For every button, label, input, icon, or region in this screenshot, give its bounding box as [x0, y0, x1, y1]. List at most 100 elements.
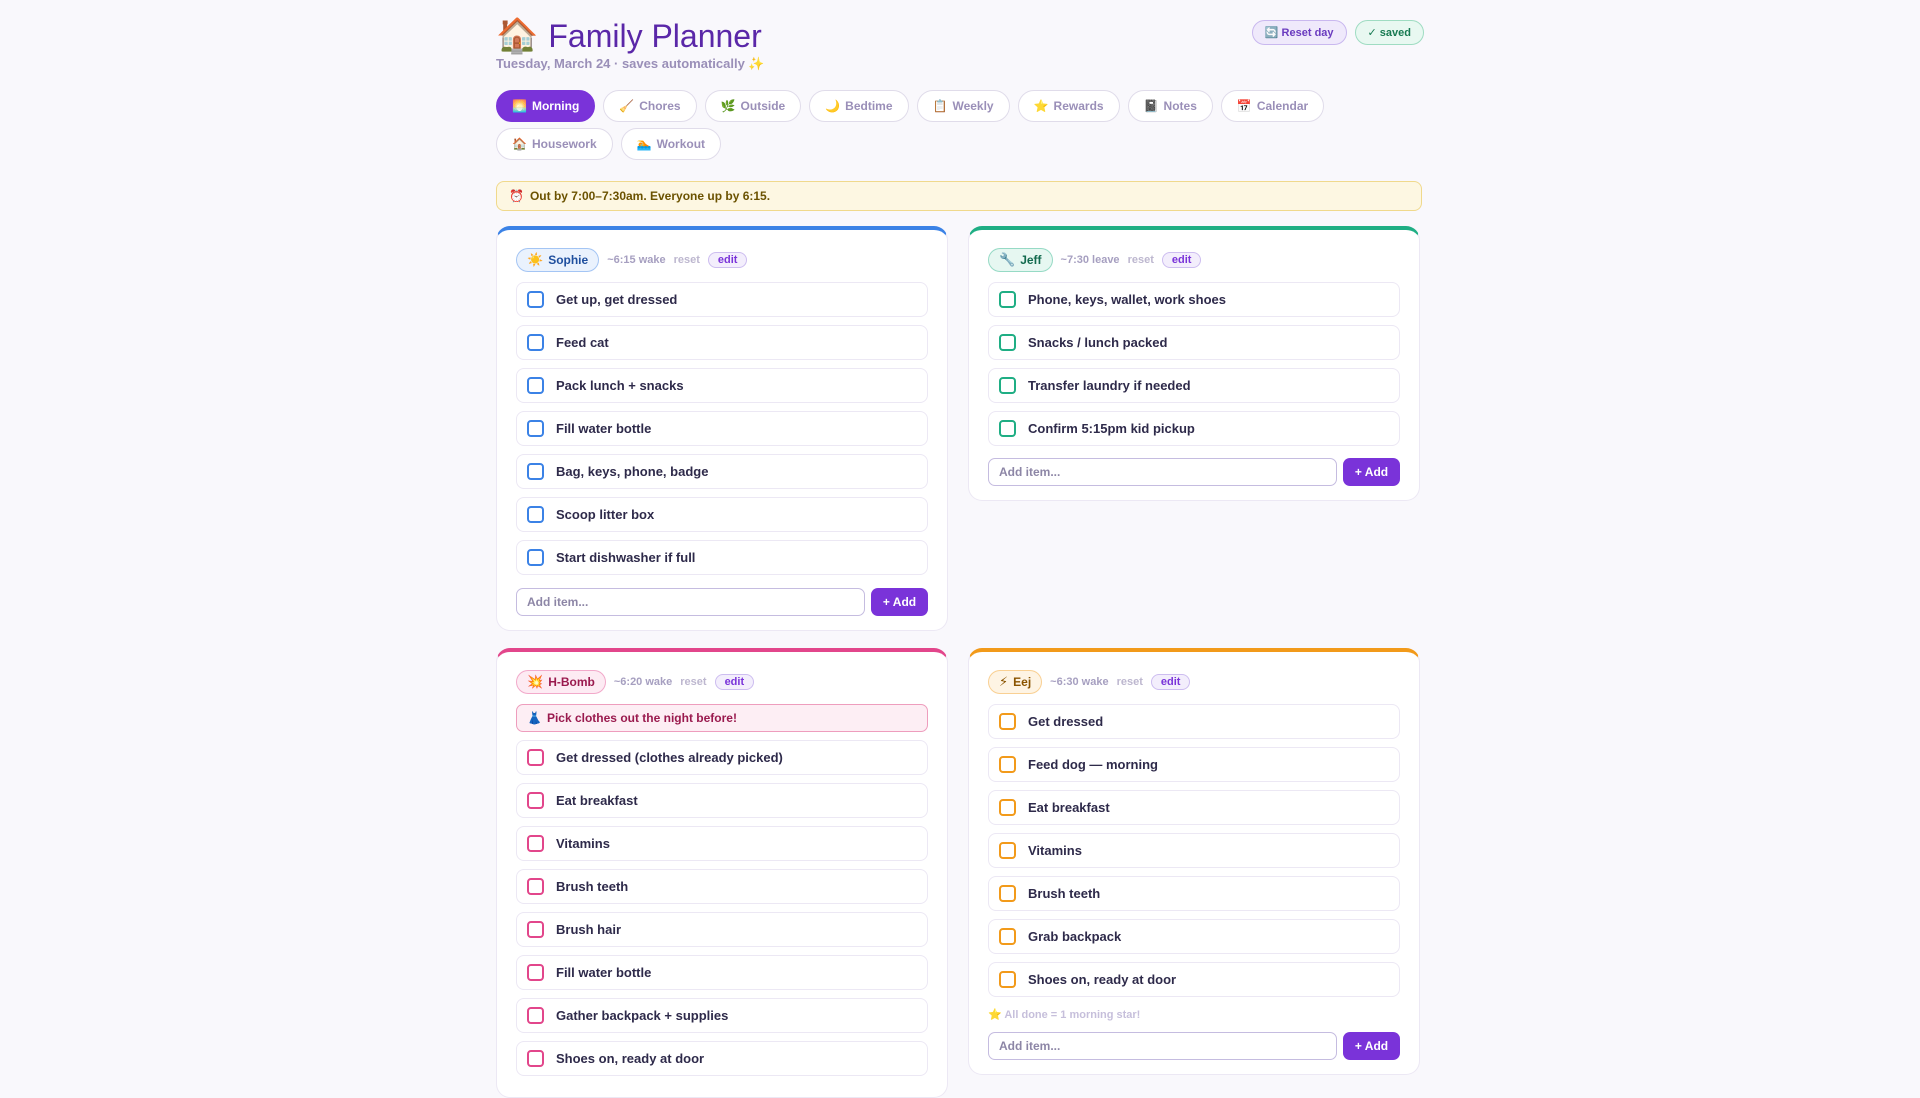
- tab-label: Housework: [531, 137, 597, 151]
- reset-link[interactable]: reset: [1117, 676, 1143, 688]
- reset-link[interactable]: reset: [680, 676, 706, 688]
- tab-bar: 🌅 Morning 🧹 Chores 🌿 Outside 🌙 Bedtime 📋 Weekly ⭐ R…: [496, 90, 1426, 160]
- tab-notes[interactable]: 📓 Notes: [1127, 90, 1213, 122]
- tab-label: Notes: [1163, 99, 1197, 113]
- checklist-item[interactable]: Feed cat: [516, 325, 928, 360]
- checkbox[interactable]: [999, 971, 1016, 988]
- checkbox[interactable]: [527, 334, 544, 351]
- checkbox[interactable]: [527, 549, 544, 566]
- checklist-item[interactable]: Get dressed (clothes already picked): [516, 740, 928, 775]
- checklist-item[interactable]: Eat breakfast: [516, 783, 928, 818]
- add-item-input[interactable]: [516, 588, 865, 616]
- checkbox[interactable]: [527, 921, 544, 938]
- checkbox[interactable]: [527, 964, 544, 981]
- checklist-item[interactable]: Start dishwasher if full: [516, 540, 928, 575]
- checkbox[interactable]: [999, 713, 1016, 730]
- checklist-item[interactable]: Gather backpack + supplies: [516, 998, 928, 1033]
- checklist: Get up, get dressed Feed cat Pack lunch + …: [516, 282, 928, 583]
- checklist-item[interactable]: Shoes on, ready at door: [516, 1041, 928, 1076]
- checklist-item[interactable]: Fill water bottle: [516, 411, 928, 446]
- card-header: 🔧 Jeff ~7:30 leave reset edit: [988, 248, 1202, 272]
- tab-morning[interactable]: 🌅 Morning: [496, 90, 596, 122]
- checklist-item[interactable]: Scoop litter box: [516, 497, 928, 532]
- checkbox[interactable]: [999, 377, 1016, 394]
- checkbox[interactable]: [999, 420, 1016, 437]
- dress-icon: 👗: [527, 711, 542, 725]
- eej-card: ⚡ Eej ~6:30 wake reset edit Get dressed F…: [968, 648, 1420, 1075]
- checklist-item[interactable]: Vitamins: [516, 826, 928, 861]
- checklist: Phone, keys, wallet, work shoes Snacks / …: [988, 282, 1400, 454]
- checklist-item[interactable]: Feed dog — morning: [988, 747, 1400, 782]
- checkbox[interactable]: [527, 506, 544, 523]
- checkbox[interactable]: [999, 842, 1016, 859]
- checklist: 👗 Pick clothes out the night before! Get…: [516, 704, 928, 1084]
- checkbox[interactable]: [527, 878, 544, 895]
- tab-bedtime[interactable]: 🌙 Bedtime: [809, 90, 909, 122]
- checklist-item[interactable]: Brush teeth: [988, 876, 1400, 911]
- tab-weekly[interactable]: 📋 Weekly: [916, 90, 1010, 122]
- reset-day-button[interactable]: 🔄 Reset day: [1251, 20, 1347, 45]
- checkbox[interactable]: [527, 749, 544, 766]
- checkbox[interactable]: [527, 1050, 544, 1067]
- checklist: Get dressed Feed dog — morning Eat breakfa…: [988, 704, 1400, 1005]
- add-item-button[interactable]: + Add: [1343, 458, 1400, 486]
- edit-button[interactable]: edit: [714, 674, 755, 690]
- edit-button[interactable]: edit: [1161, 252, 1202, 268]
- checklist-item[interactable]: Vitamins: [988, 833, 1400, 868]
- checkbox[interactable]: [527, 792, 544, 809]
- add-item-input[interactable]: [988, 1032, 1337, 1060]
- tab-workout[interactable]: 🏊 Workout: [620, 128, 722, 160]
- checklist-item[interactable]: Confirm 5:15pm kid pickup: [988, 411, 1400, 446]
- edit-button[interactable]: edit: [1150, 674, 1191, 690]
- checklist-item[interactable]: Fill water bottle: [516, 955, 928, 990]
- add-item-button[interactable]: + Add: [1343, 1032, 1400, 1060]
- checkbox[interactable]: [527, 1007, 544, 1024]
- checklist-item[interactable]: Brush hair: [516, 912, 928, 947]
- checkbox[interactable]: [527, 835, 544, 852]
- checklist-item[interactable]: Pack lunch + snacks: [516, 368, 928, 403]
- add-item-input[interactable]: [988, 458, 1337, 486]
- checklist-item[interactable]: Brush teeth: [516, 869, 928, 904]
- tab-outside[interactable]: 🌿 Outside: [704, 90, 802, 122]
- checklist-item-label: Grab backpack: [1028, 929, 1122, 944]
- edit-button[interactable]: edit: [707, 252, 748, 268]
- tab-chores[interactable]: 🧹 Chores: [603, 90, 697, 122]
- name-chip-sophie: ☀️ Sophie: [516, 248, 600, 272]
- checklist-item-label: Eat breakfast: [1028, 800, 1110, 815]
- checklist-item[interactable]: Grab backpack: [988, 919, 1400, 954]
- checklist-item-label: Get dressed: [1028, 714, 1104, 729]
- add-item-button[interactable]: + Add: [871, 588, 928, 616]
- checklist-item[interactable]: Eat breakfast: [988, 790, 1400, 825]
- checkbox[interactable]: [999, 291, 1016, 308]
- leave-time: ~7:30 leave: [1060, 254, 1120, 266]
- tab-rewards[interactable]: ⭐ Rewards: [1017, 90, 1120, 122]
- checkbox[interactable]: [999, 756, 1016, 773]
- checkbox[interactable]: [527, 420, 544, 437]
- checklist-item[interactable]: Shoes on, ready at door: [988, 962, 1400, 997]
- checklist-item[interactable]: Bag, keys, phone, badge: [516, 454, 928, 489]
- reset-link[interactable]: reset: [1128, 254, 1154, 266]
- notice-text: Out by 7:00–7:30am. Everyone up by 6:15.: [529, 189, 771, 203]
- checklist-item-label: Start dishwasher if full: [556, 550, 696, 565]
- checklist-item[interactable]: Transfer laundry if needed: [988, 368, 1400, 403]
- name-chip-jeff: 🔧 Jeff: [988, 248, 1053, 272]
- checklist-item[interactable]: Phone, keys, wallet, work shoes: [988, 282, 1400, 317]
- checklist-item[interactable]: Get up, get dressed: [516, 282, 928, 317]
- checkbox[interactable]: [527, 291, 544, 308]
- page-subtitle: Tuesday, March 24 · saves automatically …: [496, 56, 765, 71]
- checklist-item-label: Shoes on, ready at door: [556, 1051, 705, 1066]
- header: 🏠 Family Planner Tuesday, March 24 · sav…: [496, 0, 1424, 90]
- checkbox[interactable]: [527, 463, 544, 480]
- reset-link[interactable]: reset: [674, 254, 700, 266]
- checkbox[interactable]: [999, 334, 1016, 351]
- checkbox[interactable]: [527, 377, 544, 394]
- checklist-item[interactable]: Get dressed: [988, 704, 1400, 739]
- checkbox[interactable]: [999, 885, 1016, 902]
- checkbox[interactable]: [999, 928, 1016, 945]
- tab-calendar[interactable]: 📅 Calendar: [1220, 90, 1325, 122]
- wake-time: ~6:20 wake: [613, 676, 673, 688]
- checklist-item[interactable]: Snacks / lunch packed: [988, 325, 1400, 360]
- checkbox[interactable]: [999, 799, 1016, 816]
- tab-housework[interactable]: 🏠 Housework: [496, 128, 613, 160]
- sun-icon: ☀️: [527, 252, 544, 268]
